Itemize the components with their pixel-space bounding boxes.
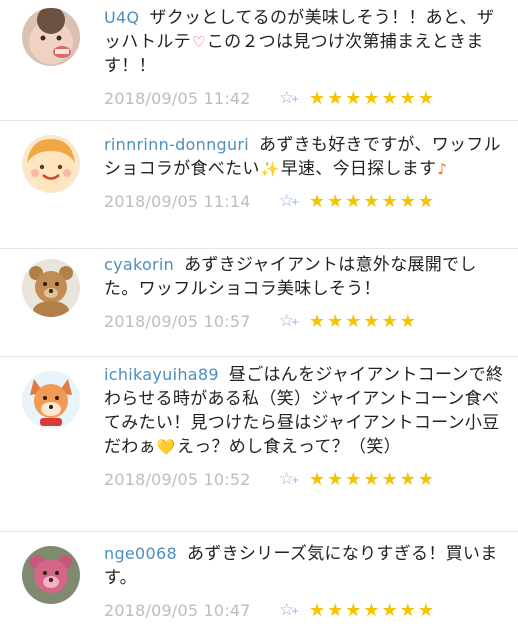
comment-text-part: えっ？めし食えって？（笑） [176, 437, 401, 457]
rating-stars: ★★★★★★ [309, 311, 418, 332]
yellow-heart-icon: 💛 [156, 438, 176, 456]
star-icon: ★ [327, 190, 345, 212]
star-icon: ★ [309, 310, 327, 332]
heart-icon: ♡ [192, 33, 206, 51]
user-avatar[interactable] [22, 259, 80, 317]
teddy-bear-avatar [22, 259, 80, 317]
star-icon: ★ [399, 310, 417, 332]
comment-username[interactable]: ichikayuiha89 [104, 365, 219, 384]
comment-meta: 2018/09/05 10:52 ☆ + ★★★★★★★ [104, 467, 504, 491]
comment-text: cyakorin あずきジャイアントは意外な展開でした。ワッフルショコラ美味しそう… [104, 253, 504, 301]
star-icon: ★ [327, 599, 345, 621]
comment-text-part: 早速、今日探します [280, 159, 437, 179]
star-icon: ★ [345, 468, 363, 490]
star-icon: ★ [381, 87, 399, 109]
star-icon: ★ [363, 190, 381, 212]
star-icon: ★ [345, 190, 363, 212]
comment-username[interactable]: rinnrinn-donnguri [104, 135, 249, 154]
star-icon: ★ [381, 468, 399, 490]
sparkle-icon: ✨ [260, 160, 280, 178]
star-icon: ★ [381, 599, 399, 621]
comment-meta: 2018/09/05 10:47 ☆ + ★★★★★★★ [104, 598, 504, 622]
comment-item: U4Q ザクッとしてるのが美味しそう！！あと、ザッハトルテ♡この２つは見つけ次第捕… [0, 0, 518, 121]
star-icon: ★ [417, 468, 435, 490]
star-icon: ★ [309, 190, 327, 212]
user-avatar[interactable] [22, 546, 80, 604]
comment-username[interactable]: nge0068 [104, 544, 177, 563]
star-icon: ★ [399, 599, 417, 621]
comment-text: U4Q ザクッとしてるのが美味しそう！！あと、ザッハトルテ♡この２つは見つけ次第捕… [104, 6, 504, 78]
comment-list: U4Q ザクッとしてるのが美味しそう！！あと、ザッハトルテ♡この２つは見つけ次第捕… [0, 0, 518, 640]
star-icon: ★ [363, 468, 381, 490]
rating-stars: ★★★★★★★ [309, 600, 436, 621]
pink-bear-avatar [22, 546, 80, 604]
star-icon: ★ [345, 87, 363, 109]
fox-character-avatar [22, 371, 80, 429]
star-icon: ★ [327, 468, 345, 490]
comment-meta: 2018/09/05 11:14 ☆ + ★★★★★★★ [104, 189, 504, 213]
star-plus-icon[interactable]: ☆ + [279, 311, 309, 331]
music-note-icon: ♪ [437, 160, 448, 178]
user-avatar[interactable] [22, 371, 80, 429]
comment-item: nge0068 あずきシリーズ気になりすぎる！買います。 2018/09/05 1… [0, 532, 518, 640]
comment-meta: 2018/09/05 10:57 ☆ + ★★★★★★ [104, 309, 504, 333]
star-plus-icon[interactable]: ☆ + [279, 88, 309, 108]
smiling-face-avatar [22, 135, 80, 193]
star-icon: ★ [417, 599, 435, 621]
comment-timestamp: 2018/09/05 11:14 [104, 191, 251, 211]
comment-item: ichikayuiha89 昼ごはんをジャイアントコーンで終わらせる時がある私（笑… [0, 357, 518, 532]
star-icon: ★ [363, 599, 381, 621]
comment-timestamp: 2018/09/05 10:52 [104, 469, 251, 489]
rating-stars: ★★★★★★★ [309, 191, 436, 212]
star-icon: ★ [327, 310, 345, 332]
star-icon: ★ [381, 310, 399, 332]
comment-timestamp: 2018/09/05 11:42 [104, 88, 251, 108]
comment-username[interactable]: U4Q [104, 8, 139, 27]
comment-item: rinnrinn-donnguri あずきも好きですが、ワッフルショコラが食べたい… [0, 121, 518, 249]
user-avatar[interactable] [22, 8, 80, 66]
comment-text: nge0068 あずきシリーズ気になりすぎる！買います。 [104, 542, 504, 590]
star-plus-icon[interactable]: ☆ + [279, 600, 309, 620]
star-plus-icon[interactable]: ☆ + [279, 191, 309, 211]
star-icon: ★ [417, 87, 435, 109]
comment-username[interactable]: cyakorin [104, 255, 174, 274]
rating-stars: ★★★★★★★ [309, 469, 436, 490]
user-avatar[interactable] [22, 135, 80, 193]
baby-photo-avatar [22, 8, 80, 66]
star-icon: ★ [363, 87, 381, 109]
comment-meta: 2018/09/05 11:42 ☆ + ★★★★★★★ [104, 86, 504, 110]
comment-text: ichikayuiha89 昼ごはんをジャイアントコーンで終わらせる時がある私（笑… [104, 363, 504, 459]
star-icon: ★ [399, 190, 417, 212]
comment-text: rinnrinn-donnguri あずきも好きですが、ワッフルショコラが食べたい… [104, 133, 504, 181]
star-icon: ★ [309, 599, 327, 621]
star-icon: ★ [309, 468, 327, 490]
comment-timestamp: 2018/09/05 10:47 [104, 600, 251, 620]
star-icon: ★ [363, 310, 381, 332]
star-icon: ★ [399, 468, 417, 490]
comment-timestamp: 2018/09/05 10:57 [104, 311, 251, 331]
star-icon: ★ [417, 190, 435, 212]
star-icon: ★ [345, 310, 363, 332]
star-icon: ★ [327, 87, 345, 109]
comment-item: cyakorin あずきジャイアントは意外な展開でした。ワッフルショコラ美味しそう… [0, 249, 518, 357]
star-icon: ★ [399, 87, 417, 109]
star-icon: ★ [345, 599, 363, 621]
star-icon: ★ [381, 190, 399, 212]
rating-stars: ★★★★★★★ [309, 88, 436, 109]
star-icon: ★ [309, 87, 327, 109]
star-plus-icon[interactable]: ☆ + [279, 469, 309, 489]
